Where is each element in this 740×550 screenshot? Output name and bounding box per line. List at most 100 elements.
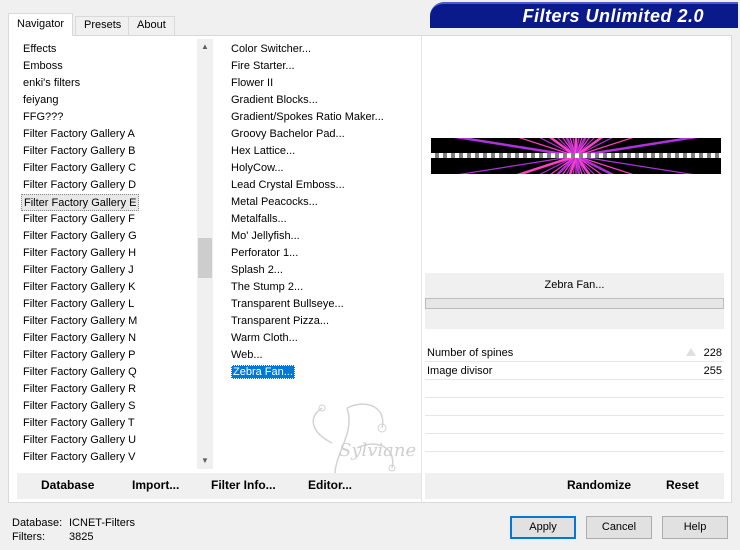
- category-scrollbar[interactable]: ▲ ▼: [197, 39, 213, 469]
- parameter-button-bar: Randomize Reset: [425, 473, 724, 499]
- filter-item[interactable]: Hex Lattice...: [229, 143, 419, 160]
- category-item[interactable]: Filter Factory Gallery Q: [21, 364, 207, 381]
- filter-item[interactable]: Perforator 1...: [229, 245, 419, 262]
- param-empty: [425, 416, 724, 434]
- filter-label: Web...: [231, 349, 263, 361]
- category-item[interactable]: Filter Factory Gallery R: [21, 381, 207, 398]
- filter-item[interactable]: Zebra Fan...: [229, 364, 419, 381]
- tab-presets[interactable]: Presets: [75, 16, 131, 35]
- category-item[interactable]: Filter Factory Gallery E: [21, 194, 207, 211]
- filter-item[interactable]: Mo' Jellyfish...: [229, 228, 419, 245]
- category-item[interactable]: Filter Factory Gallery S: [21, 398, 207, 415]
- cancel-button[interactable]: Cancel: [586, 516, 652, 539]
- import-button[interactable]: Import...: [132, 478, 179, 492]
- editor-button[interactable]: Editor...: [308, 478, 352, 492]
- filter-item[interactable]: Transparent Bullseye...: [229, 296, 419, 313]
- filter-label: Color Switcher...: [231, 43, 312, 55]
- filter-label: Transparent Pizza...: [231, 315, 330, 327]
- category-label: Filter Factory Gallery S: [23, 400, 136, 412]
- category-item[interactable]: Filter Factory Gallery L: [21, 296, 207, 313]
- database-button[interactable]: Database: [41, 478, 94, 492]
- scroll-down-icon[interactable]: ▼: [197, 453, 213, 469]
- filter-label: Mo' Jellyfish...: [231, 230, 300, 242]
- filter-item[interactable]: Splash 2...: [229, 262, 419, 279]
- category-label: Filter Factory Gallery M: [23, 315, 138, 327]
- status-database-value: ICNET-Filters: [69, 517, 135, 529]
- param-image-divisor[interactable]: Image divisor 255: [425, 362, 724, 380]
- filter-item[interactable]: Warm Cloth...: [229, 330, 419, 347]
- category-item[interactable]: Filter Factory Gallery V: [21, 449, 207, 466]
- filter-item[interactable]: Groovy Bachelor Pad...: [229, 126, 419, 143]
- category-item[interactable]: Filter Factory Gallery H: [21, 245, 207, 262]
- category-item[interactable]: Filter Factory Gallery J: [21, 262, 207, 279]
- filter-item[interactable]: Lead Crystal Emboss...: [229, 177, 419, 194]
- category-item[interactable]: Filter Factory Gallery C: [21, 160, 207, 177]
- category-item[interactable]: Filter Factory Gallery A: [21, 126, 207, 143]
- category-item[interactable]: Filter Factory Gallery G: [21, 228, 207, 245]
- current-filter-name: Zebra Fan...: [425, 273, 724, 298]
- filter-item[interactable]: Gradient/Spokes Ratio Maker...: [229, 109, 419, 126]
- category-label: Filter Factory Gallery G: [23, 230, 137, 242]
- filter-item[interactable]: Fire Starter...: [229, 58, 419, 75]
- randomize-button[interactable]: Randomize: [567, 478, 631, 492]
- category-label: Effects: [23, 43, 57, 55]
- category-item[interactable]: feiyang: [21, 92, 207, 109]
- param-label: Number of spines: [427, 347, 514, 359]
- filter-label: Gradient/Spokes Ratio Maker...: [231, 111, 384, 123]
- filter-label: Lead Crystal Emboss...: [231, 179, 345, 191]
- category-label: Filter Factory Gallery B: [23, 145, 136, 157]
- status-filters-value: 3825: [69, 531, 94, 543]
- category-item[interactable]: Filter Factory Gallery B: [21, 143, 207, 160]
- filter-label: Gradient Blocks...: [231, 94, 318, 106]
- filter-item[interactable]: Metal Peacocks...: [229, 194, 419, 211]
- filter-item[interactable]: Transparent Pizza...: [229, 313, 419, 330]
- scroll-thumb[interactable]: [198, 238, 212, 278]
- filter-info-button[interactable]: Filter Info...: [211, 478, 276, 492]
- category-item[interactable]: Filter Factory Gallery T: [21, 415, 207, 432]
- category-item[interactable]: Filter Factory Gallery K: [21, 279, 207, 296]
- tab-navigator[interactable]: Navigator: [8, 13, 74, 36]
- category-list[interactable]: Effects Emboss enki's filters feiyang FFG???…: [21, 41, 207, 469]
- category-label: Emboss: [23, 60, 63, 72]
- filter-label: Metalfalls...: [231, 213, 287, 225]
- param-number-of-spines[interactable]: Number of spines 228: [425, 344, 724, 362]
- category-label: Filter Factory Gallery Q: [23, 366, 137, 378]
- filter-preview-image: [431, 138, 721, 174]
- category-item[interactable]: FFG???: [21, 109, 207, 126]
- param-empty: [425, 380, 724, 398]
- tab-about[interactable]: About: [128, 16, 175, 35]
- filter-item[interactable]: Flower II: [229, 75, 419, 92]
- filter-label: Metal Peacocks...: [231, 196, 318, 208]
- filter-label: HolyCow...: [231, 162, 284, 174]
- filter-item[interactable]: The Stump 2...: [229, 279, 419, 296]
- reset-button[interactable]: Reset: [666, 478, 699, 492]
- category-item[interactable]: Filter Factory Gallery M: [21, 313, 207, 330]
- filter-item[interactable]: Gradient Blocks...: [229, 92, 419, 109]
- scroll-up-icon[interactable]: ▲: [197, 39, 213, 55]
- category-label: Filter Factory Gallery T: [23, 417, 135, 429]
- filter-label: Fire Starter...: [231, 60, 295, 72]
- category-item[interactable]: Effects: [21, 41, 207, 58]
- category-label: Filter Factory Gallery R: [23, 383, 137, 395]
- watermark-text: Sylviane: [339, 440, 417, 461]
- filter-label: Flower II: [231, 77, 274, 89]
- category-item[interactable]: Emboss: [21, 58, 207, 75]
- param-empty: [425, 434, 724, 452]
- category-item[interactable]: enki's filters: [21, 75, 207, 92]
- filter-item[interactable]: HolyCow...: [229, 160, 419, 177]
- filter-item[interactable]: Web...: [229, 347, 419, 364]
- filter-item[interactable]: Metalfalls...: [229, 211, 419, 228]
- apply-button[interactable]: Apply: [510, 516, 576, 539]
- category-item[interactable]: Filter Factory Gallery D: [21, 177, 207, 194]
- param-value: 228: [703, 347, 722, 359]
- category-item[interactable]: Filter Factory Gallery F: [21, 211, 207, 228]
- param-value: 255: [703, 365, 722, 377]
- category-item[interactable]: Filter Factory Gallery P: [21, 347, 207, 364]
- category-item[interactable]: Filter Factory Gallery U: [21, 432, 207, 449]
- category-label: Filter Factory Gallery V: [23, 451, 136, 463]
- param-empty: [425, 398, 724, 416]
- filter-item[interactable]: Color Switcher...: [229, 41, 419, 58]
- category-item[interactable]: Filter Factory Gallery N: [21, 330, 207, 347]
- help-button[interactable]: Help: [662, 516, 728, 539]
- status-database-label: Database:: [12, 517, 63, 529]
